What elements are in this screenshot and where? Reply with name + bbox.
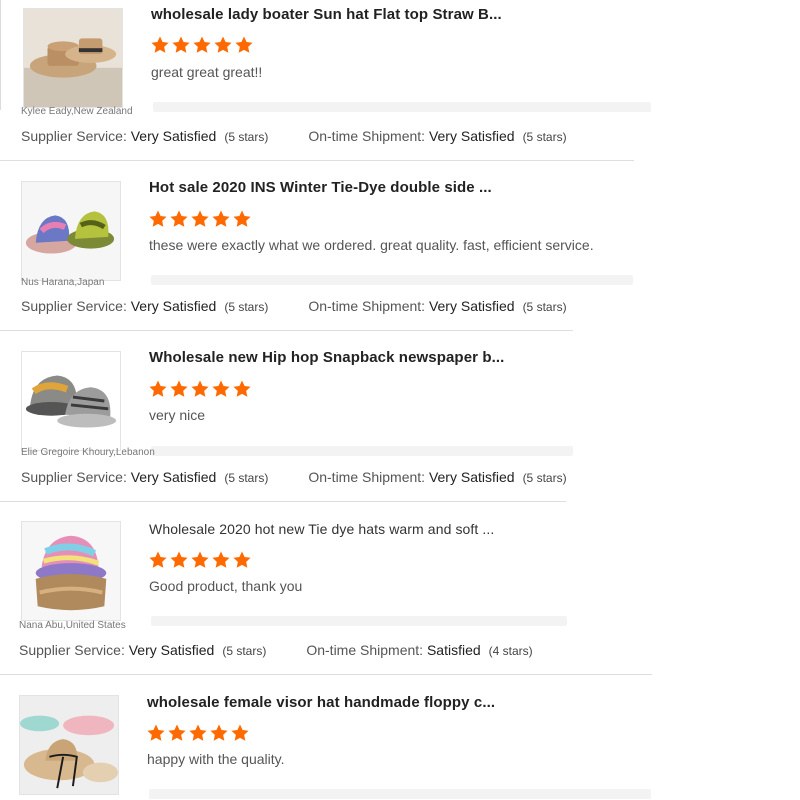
product-thumbnail-straw-boater-hat[interactable] xyxy=(23,8,123,108)
star-icon xyxy=(234,35,254,55)
star-rating xyxy=(148,550,253,570)
reply-placeholder-bar xyxy=(151,616,567,626)
product-title[interactable]: wholesale lady boater Sun hat Flat top S… xyxy=(151,6,502,23)
fuzzy-tie-dye-hat-image xyxy=(22,522,120,620)
star-icon xyxy=(232,379,252,399)
review-comment: these were exactly what we ordered. grea… xyxy=(149,237,594,253)
shipment-value: Very Satisfied xyxy=(428,469,515,485)
reply-placeholder-bar xyxy=(151,446,573,456)
shipment-value: Very Satisfied xyxy=(428,298,515,314)
review-comment: happy with the quality. xyxy=(147,751,285,767)
supplier-service-value: Very Satisfied xyxy=(128,642,215,658)
shipment-count: (4 stars) xyxy=(488,644,533,658)
star-icon xyxy=(148,209,168,229)
star-icon xyxy=(169,209,189,229)
star-rating xyxy=(146,723,251,743)
star-icon xyxy=(211,550,231,570)
supplier-service-label: Supplier Service: xyxy=(21,469,127,485)
shipment-value: Satisfied xyxy=(426,642,481,658)
supplier-service-count: (5 stars) xyxy=(224,130,269,144)
star-icon xyxy=(171,35,191,55)
star-rating xyxy=(150,35,255,55)
star-icon xyxy=(169,379,189,399)
star-icon xyxy=(192,35,212,55)
reply-placeholder-bar xyxy=(151,275,633,285)
supplier-service-label: Supplier Service: xyxy=(21,298,127,314)
star-icon xyxy=(148,379,168,399)
review-divider xyxy=(0,674,652,675)
star-icon xyxy=(209,723,229,743)
star-icon xyxy=(211,379,231,399)
buyer-name: Elie Gregoire Khoury,Lebanon xyxy=(21,447,155,458)
star-icon xyxy=(230,723,250,743)
shipment-value: Very Satisfied xyxy=(428,128,515,144)
star-icon xyxy=(148,550,168,570)
supplier-service-value: Very Satisfied xyxy=(130,469,217,485)
star-icon xyxy=(169,550,189,570)
star-icon xyxy=(150,35,170,55)
service-ratings: Supplier Service: Very Satisfied (5 stars… xyxy=(21,298,567,314)
review-comment: very nice xyxy=(149,407,206,423)
product-thumbnail-snapback-cap[interactable] xyxy=(21,351,121,451)
star-icon xyxy=(232,550,252,570)
product-title[interactable]: Wholesale 2020 hot new Tie dye hats warm… xyxy=(149,521,494,537)
product-title[interactable]: Wholesale new Hip hop Snapback newspaper… xyxy=(149,349,504,366)
star-icon xyxy=(146,723,166,743)
floppy-visor-hat-image xyxy=(20,696,118,794)
shipment-label: On-time Shipment: xyxy=(306,642,424,658)
product-thumbnail-floppy-visor-hat[interactable] xyxy=(19,695,119,795)
review-divider xyxy=(0,330,573,331)
review-divider xyxy=(0,160,634,161)
service-ratings: Supplier Service: Very Satisfied (5 stars… xyxy=(21,469,567,485)
star-icon xyxy=(232,209,252,229)
star-icon xyxy=(167,723,187,743)
star-rating xyxy=(148,209,253,229)
review-divider xyxy=(0,501,566,502)
buyer-name: Nus Harana,Japan xyxy=(21,277,105,288)
product-thumbnail-fuzzy-tie-dye-hat[interactable] xyxy=(21,521,121,621)
product-title[interactable]: wholesale female visor hat handmade flop… xyxy=(147,694,495,711)
tie-dye-bucket-hat-image xyxy=(22,182,120,280)
shipment-label: On-time Shipment: xyxy=(308,128,426,144)
supplier-service-count: (5 stars) xyxy=(222,644,267,658)
left-border xyxy=(0,0,1,110)
star-icon xyxy=(190,379,210,399)
review-comment: Good product, thank you xyxy=(149,578,303,594)
supplier-service-label: Supplier Service: xyxy=(21,128,127,144)
reply-placeholder-bar xyxy=(153,102,651,112)
snapback-cap-image xyxy=(22,352,120,450)
star-icon xyxy=(190,550,210,570)
buyer-name: Kylee Eady,New Zealand xyxy=(21,106,133,117)
shipment-label: On-time Shipment: xyxy=(308,469,426,485)
star-rating xyxy=(148,379,253,399)
buyer-name: Nana Abu,United States xyxy=(19,620,126,631)
reply-placeholder-bar xyxy=(149,789,651,799)
shipment-count: (5 stars) xyxy=(522,130,567,144)
star-icon xyxy=(188,723,208,743)
supplier-service-value: Very Satisfied xyxy=(130,298,217,314)
shipment-count: (5 stars) xyxy=(522,300,567,314)
product-thumbnail-tie-dye-bucket-hat[interactable] xyxy=(21,181,121,281)
supplier-service-value: Very Satisfied xyxy=(130,128,217,144)
star-icon xyxy=(190,209,210,229)
shipment-label: On-time Shipment: xyxy=(308,298,426,314)
service-ratings: Supplier Service: Very Satisfied (5 stars… xyxy=(21,128,567,144)
shipment-count: (5 stars) xyxy=(522,471,567,485)
review-comment: great great great!! xyxy=(151,64,263,80)
straw-boater-hat-image xyxy=(24,9,122,107)
service-ratings: Supplier Service: Very Satisfied (5 stars… xyxy=(19,642,533,658)
star-icon xyxy=(213,35,233,55)
supplier-service-count: (5 stars) xyxy=(224,471,269,485)
star-icon xyxy=(211,209,231,229)
product-title[interactable]: Hot sale 2020 INS Winter Tie-Dye double … xyxy=(149,179,492,196)
supplier-service-label: Supplier Service: xyxy=(19,642,125,658)
supplier-service-count: (5 stars) xyxy=(224,300,269,314)
